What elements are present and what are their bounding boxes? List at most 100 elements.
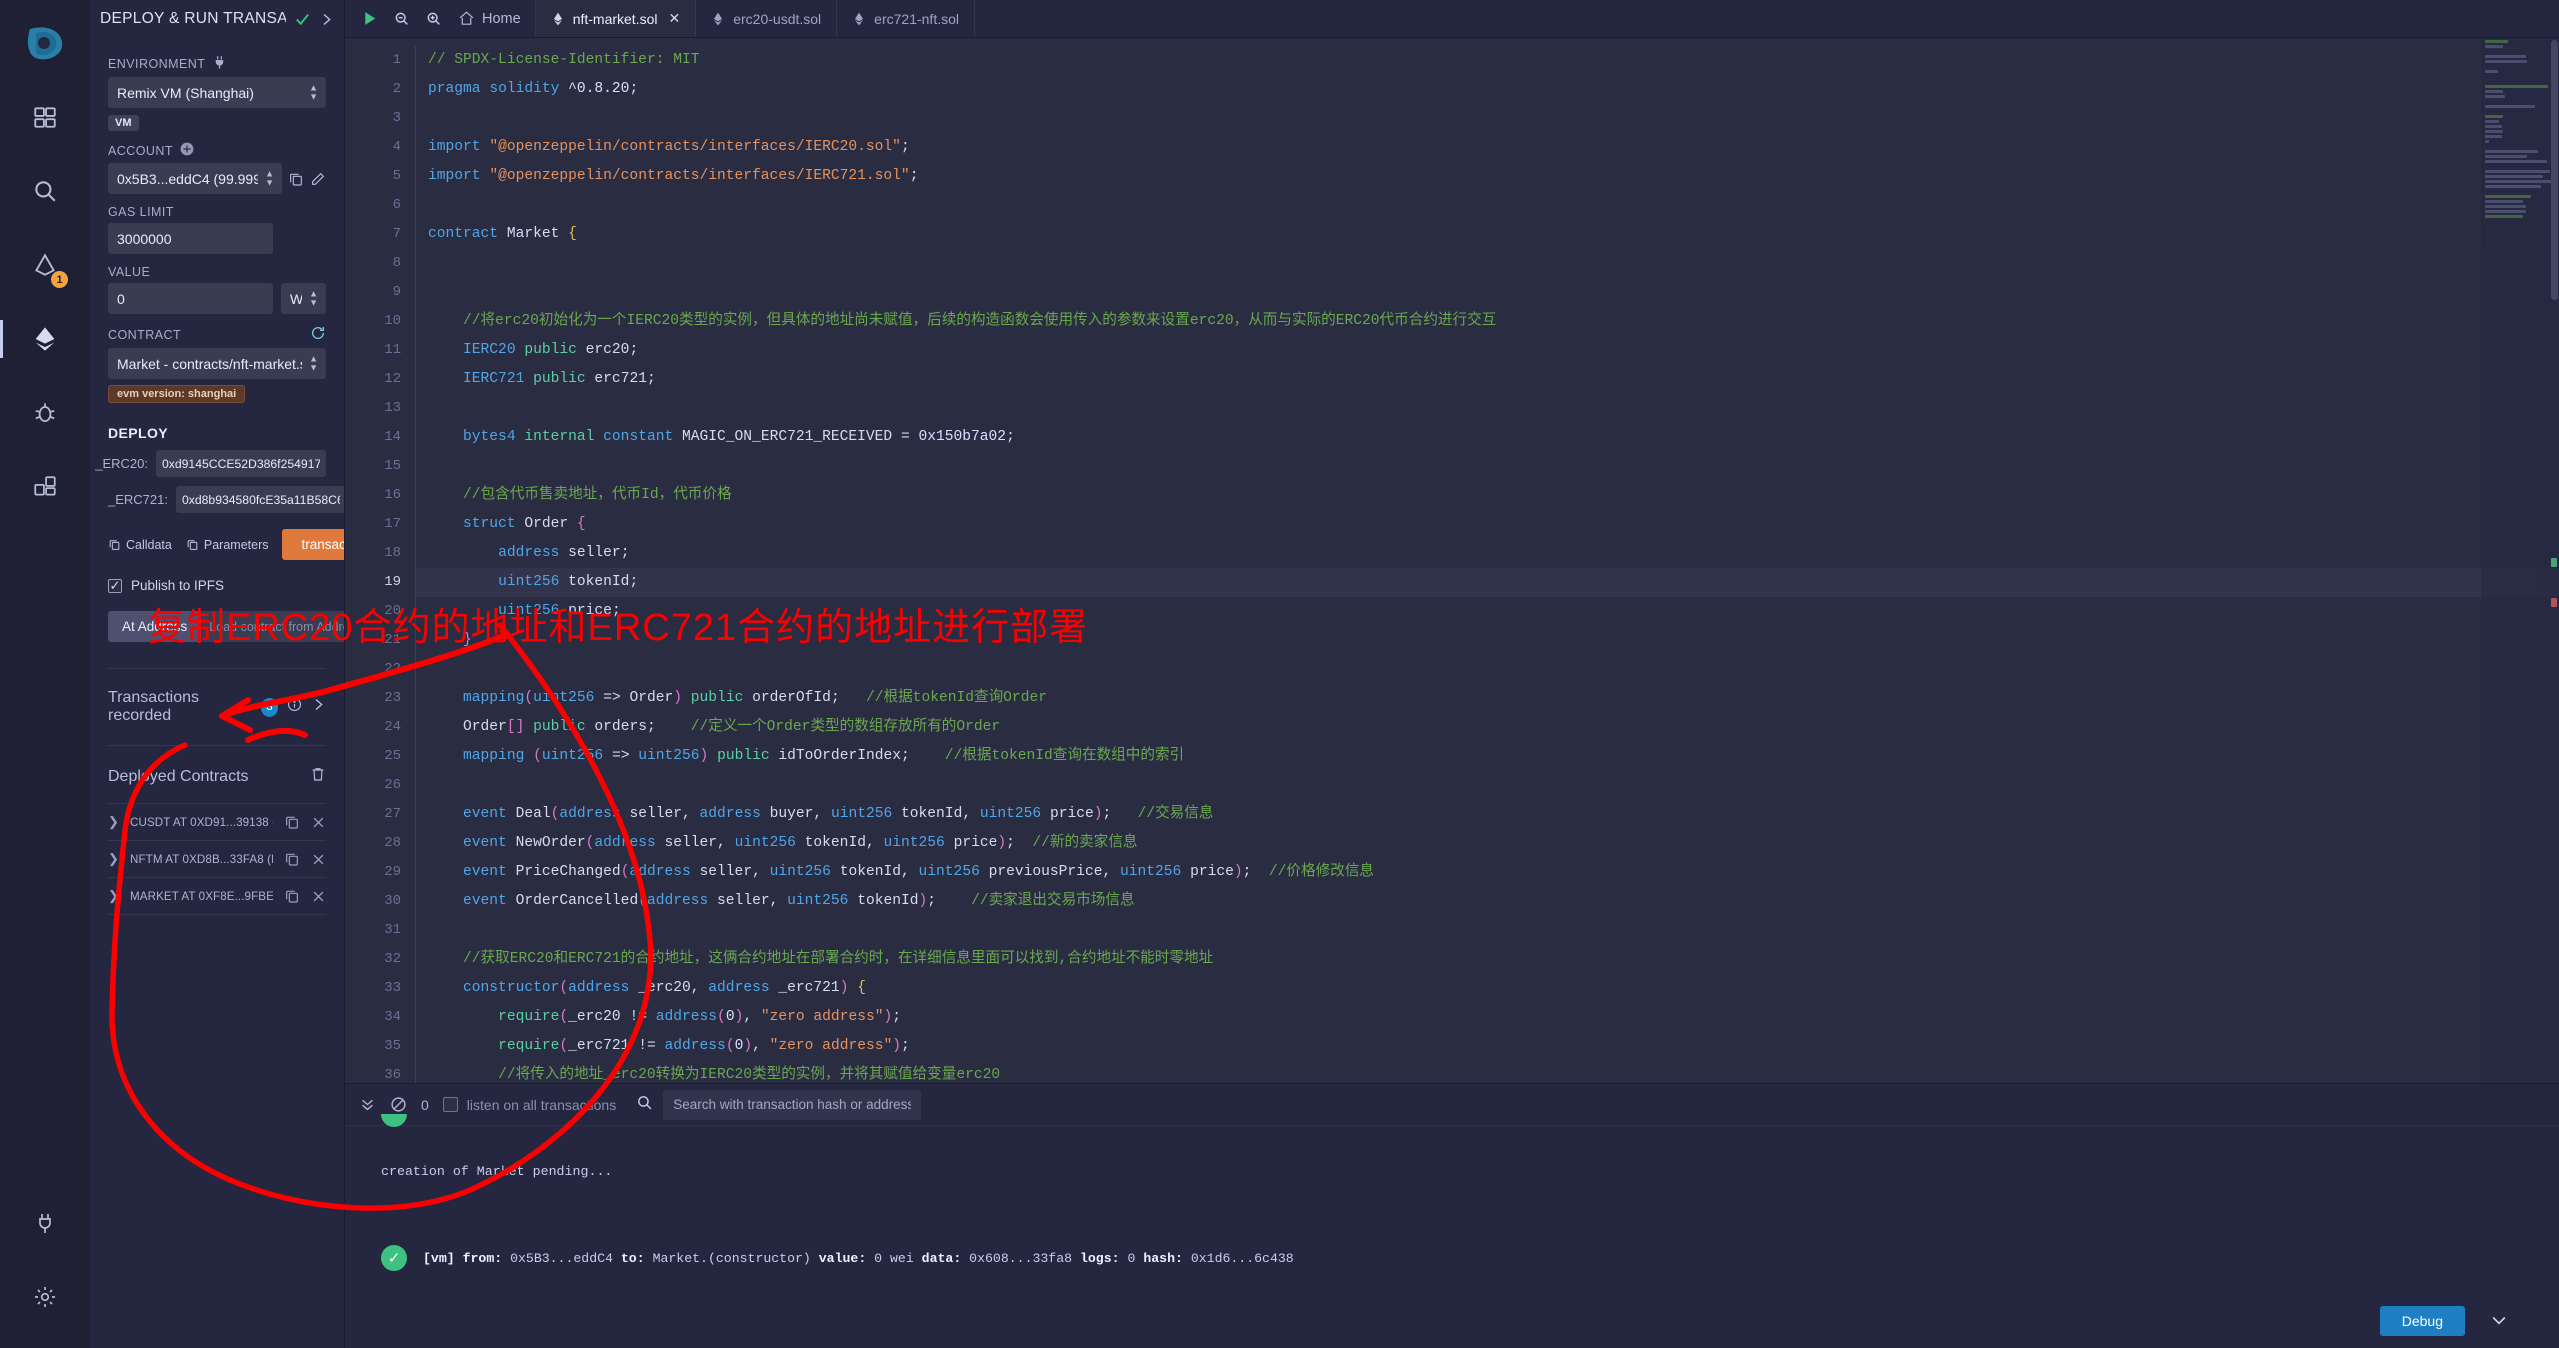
code-line[interactable]: mapping (uint256 => uint256) public idTo… — [428, 742, 2559, 771]
code-line[interactable] — [428, 249, 2559, 278]
double-chevron-down-icon[interactable] — [359, 1096, 376, 1113]
source-code[interactable]: // SPDX-License-Identifier: MIT pragma so… — [415, 46, 2559, 1083]
chevron-right-icon[interactable]: ❯ — [108, 814, 119, 830]
terminal-transaction-row[interactable]: ✓ [vm] from: 0x5B3...eddC4 to: Market.(c… — [345, 1237, 2559, 1279]
code-line[interactable]: import "@openzeppelin/contracts/interfac… — [428, 133, 2559, 162]
code-line[interactable]: constructor(address _erc20, address _erc… — [428, 974, 2559, 1003]
sidebar-item-solidity-compiler[interactable]: 1 — [14, 234, 76, 296]
copy-account-icon[interactable] — [288, 171, 304, 187]
code-line[interactable]: uint256 tokenId; — [416, 568, 2559, 597]
copy-icon[interactable] — [284, 888, 300, 904]
code-line[interactable]: //将传入的地址_erc20转换为IERC20类型的实例，并将其赋值给变量erc… — [428, 1061, 2559, 1083]
sidebar-item-file-explorer[interactable] — [14, 86, 76, 148]
no-entry-icon[interactable] — [390, 1096, 407, 1113]
play-icon[interactable] — [361, 10, 378, 27]
settings-gear-icon[interactable] — [14, 1266, 76, 1328]
code-line[interactable]: //将erc20初始化为一个IERC20类型的实例，但具体的地址尚未赋值，后续的… — [428, 307, 2559, 336]
contract-select[interactable] — [108, 348, 326, 379]
plus-circle-icon[interactable] — [180, 142, 194, 159]
code-line[interactable]: // SPDX-License-Identifier: MIT — [428, 46, 2559, 75]
info-icon[interactable] — [287, 697, 302, 717]
code-line[interactable]: address seller; — [428, 539, 2559, 568]
contract-select-wrap[interactable]: ▲▼ — [108, 348, 326, 379]
deployed-contract-row[interactable]: ❯ MARKET AT 0XF8E...9FBE8 (MEMORY) — [108, 877, 326, 914]
environment-select-wrap[interactable]: ▲▼ — [108, 77, 326, 108]
code-line[interactable]: IERC721 public erc721; — [428, 365, 2559, 394]
code-line[interactable]: //包含代币售卖地址，代币Id，代币价格 — [428, 481, 2559, 510]
code-editor[interactable]: 1 2 3 4 5 6 7 8 9 10 11 12 13 14 15 16 17 18 19 20 21 22 23 24 2… — [345, 38, 2559, 1083]
code-line[interactable] — [428, 771, 2559, 800]
code-line[interactable]: struct Order { — [428, 510, 2559, 539]
value-unit-select[interactable] — [281, 283, 326, 314]
code-line[interactable]: mapping(uint256 => Order) public orderOf… — [428, 684, 2559, 713]
code-line[interactable]: //获取ERC20和ERC721的合约地址，这俩合约地址在部署合约时，在详细信息… — [428, 945, 2559, 974]
deployed-contract-row[interactable]: ❯ CUSDT AT 0XD91...39138 (MEMORY) — [108, 803, 326, 840]
code-line[interactable]: event OrderCancelled(address seller, uin… — [428, 887, 2559, 916]
transactions-recorded-row[interactable]: Transactions recorded 3 — [108, 669, 326, 745]
account-select-wrap[interactable]: ▲▼ — [108, 163, 282, 194]
calldata-button[interactable]: Calldata — [108, 538, 172, 552]
code-line[interactable]: require(_erc20 != address(0), "zero addr… — [428, 1003, 2559, 1032]
environment-select[interactable] — [108, 77, 326, 108]
code-line[interactable] — [428, 452, 2559, 481]
parameters-button[interactable]: Parameters — [186, 538, 268, 552]
close-icon[interactable] — [311, 852, 326, 867]
code-line[interactable] — [428, 104, 2559, 133]
publish-ipfs-checkbox[interactable]: ✓ — [108, 578, 122, 593]
code-line[interactable]: event NewOrder(address seller, uint256 t… — [428, 829, 2559, 858]
code-line[interactable]: IERC20 public erc20; — [428, 336, 2559, 365]
plugin-plug-icon[interactable] — [14, 1192, 76, 1254]
sidebar-item-deploy-run[interactable] — [0, 308, 76, 370]
terminal-search-input[interactable] — [663, 1089, 922, 1120]
sidebar-item-debugger[interactable] — [14, 382, 76, 444]
code-line[interactable]: bytes4 internal constant MAGIC_ON_ERC721… — [428, 423, 2559, 452]
listen-checkbox[interactable] — [442, 1097, 458, 1112]
close-icon[interactable]: ✕ — [669, 10, 681, 27]
param-input-erc20[interactable] — [156, 450, 326, 477]
refresh-icon[interactable] — [310, 325, 326, 344]
code-line[interactable]: event Deal(address seller, address buyer… — [428, 800, 2559, 829]
param-input-erc721[interactable] — [175, 486, 344, 513]
tab-nft-market[interactable]: nft-market.sol ✕ — [535, 0, 697, 37]
code-line[interactable] — [428, 916, 2559, 945]
chevron-down-icon[interactable] — [2489, 1310, 2509, 1335]
editor-minimap[interactable] — [2481, 38, 2559, 1083]
home-tab[interactable]: Home — [458, 10, 521, 27]
chevron-right-icon[interactable]: ❯ — [108, 888, 119, 904]
copy-icon[interactable] — [284, 814, 300, 830]
transact-button[interactable]: transact — [282, 529, 344, 560]
code-line[interactable] — [428, 655, 2559, 684]
code-line[interactable] — [428, 191, 2559, 220]
search-icon[interactable] — [636, 1094, 653, 1116]
gas-limit-input[interactable] — [108, 223, 273, 254]
code-line[interactable] — [428, 394, 2559, 423]
copy-icon[interactable] — [284, 851, 300, 867]
zoom-out-icon[interactable] — [394, 11, 410, 27]
code-line[interactable]: Order[] public orders; //定义一个Order类型的数组存… — [428, 713, 2559, 742]
value-input[interactable] — [108, 283, 273, 314]
code-line[interactable] — [428, 278, 2559, 307]
code-line[interactable]: contract Market { — [428, 220, 2559, 249]
chevron-right-icon[interactable] — [311, 697, 326, 717]
close-icon[interactable] — [311, 815, 326, 830]
chevron-right-icon[interactable] — [319, 12, 334, 27]
tab-erc721-nft[interactable]: erc721-nft.sol — [837, 0, 975, 37]
trash-icon[interactable] — [310, 766, 326, 787]
tab-erc20-usdt[interactable]: erc20-usdt.sol — [696, 0, 838, 37]
sidebar-item-plugin-manager[interactable] — [14, 456, 76, 518]
code-line[interactable]: require(_erc721 != address(0), "zero add… — [428, 1032, 2559, 1061]
code-line[interactable]: pragma solidity ^0.8.20; — [428, 75, 2559, 104]
sidebar-item-search[interactable] — [14, 160, 76, 222]
code-line[interactable]: event PriceChanged(address seller, uint2… — [428, 858, 2559, 887]
code-line[interactable]: import "@openzeppelin/contracts/interfac… — [428, 162, 2559, 191]
editor-scrollbar-thumb[interactable] — [2551, 40, 2558, 300]
check-icon[interactable] — [294, 11, 311, 28]
debug-button[interactable]: Debug — [2379, 1306, 2465, 1336]
value-unit-wrap[interactable]: ▲▼ — [281, 283, 326, 314]
chevron-right-icon[interactable]: ❯ — [108, 851, 119, 867]
account-select[interactable] — [108, 163, 282, 194]
deployed-contract-row[interactable]: ❯ NFTM AT 0XD8B...33FA8 (MEMORY) — [108, 840, 326, 877]
zoom-in-icon[interactable] — [426, 11, 442, 27]
edit-account-icon[interactable] — [310, 171, 326, 187]
close-icon[interactable] — [311, 889, 326, 904]
